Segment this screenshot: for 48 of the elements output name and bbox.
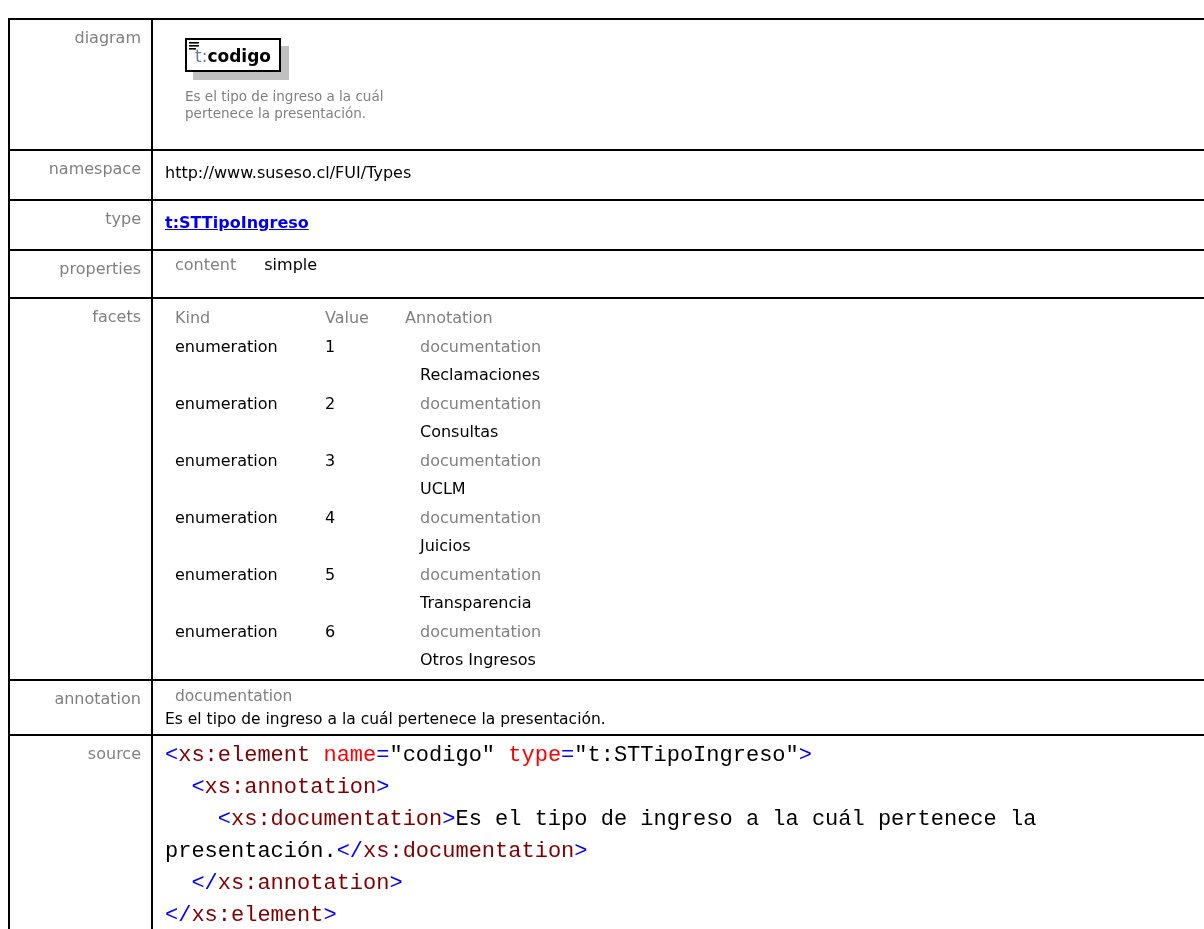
code-line: </xs:annotation> <box>190 869 403 898</box>
facet-kind: enumeration <box>175 392 279 415</box>
annotation-label: documentation <box>420 449 543 472</box>
facet-kind: enumeration <box>175 335 279 358</box>
row-label: properties <box>59 259 141 278</box>
annotation-text: Transparencia <box>420 592 533 614</box>
row-label: namespace <box>48 159 141 178</box>
facet-kind: enumeration <box>175 506 279 529</box>
facet-value: 6 <box>325 620 337 643</box>
facet-kind: enumeration <box>175 620 279 643</box>
row-label: source <box>87 743 141 763</box>
code-line: <xs:annotation> <box>190 773 390 802</box>
column-header: Kind <box>175 307 212 329</box>
facet-value: 3 <box>325 449 337 472</box>
column-header: Annotation <box>405 307 494 329</box>
facet-value: 5 <box>325 563 337 586</box>
property-name: content <box>175 255 237 274</box>
code-line: <xs:documentation>Es el tipo de ingreso a la cuál pertenece la <box>216 805 1037 834</box>
lines-icon <box>189 42 199 50</box>
type-link[interactable]: t:STTipoIngreso <box>165 213 309 232</box>
namespace-value: http://www.suseso.cl/FUI/Types <box>165 163 412 182</box>
annotation-text: Otros Ingresos <box>420 649 537 671</box>
annotation-text: Es el tipo de ingreso a la cuál pertenece la presentación. <box>165 708 607 730</box>
annotation-label: documentation <box>420 392 543 415</box>
diagram-documentation: Es el tipo de ingreso a la cuál pertenece la presentación. <box>185 88 385 122</box>
row-label: type <box>105 209 141 228</box>
annotation-text: Consultas <box>420 421 500 443</box>
facet-value: 2 <box>325 392 337 415</box>
annotation-label: documentation <box>420 563 543 586</box>
annotation-text: Reclamaciones <box>420 364 542 386</box>
row-label: annotation <box>54 688 141 708</box>
annotation-text: UCLM <box>420 478 467 500</box>
annotation-label: documentation <box>420 620 543 643</box>
code-line: presentación.</xs:documentation> <box>165 837 588 866</box>
annotation-label: documentation <box>174 685 294 707</box>
code-line: <xs:element name="codigo" type="t:STTipoIngreso"> <box>165 741 812 770</box>
facet-kind: enumeration <box>175 563 279 586</box>
facet-value: 4 <box>325 506 337 529</box>
column-header: Value <box>325 307 370 329</box>
code-line: </xs:element> <box>165 901 337 929</box>
property-value: simple <box>264 255 318 274</box>
facet-value: 1 <box>325 335 337 358</box>
row-label: facets <box>92 307 141 326</box>
annotation-text: Juicios <box>420 535 472 557</box>
annotation-label: documentation <box>420 335 543 358</box>
facet-kind: enumeration <box>175 449 279 472</box>
row-label: diagram <box>74 28 141 47</box>
annotation-label: documentation <box>420 506 543 529</box>
